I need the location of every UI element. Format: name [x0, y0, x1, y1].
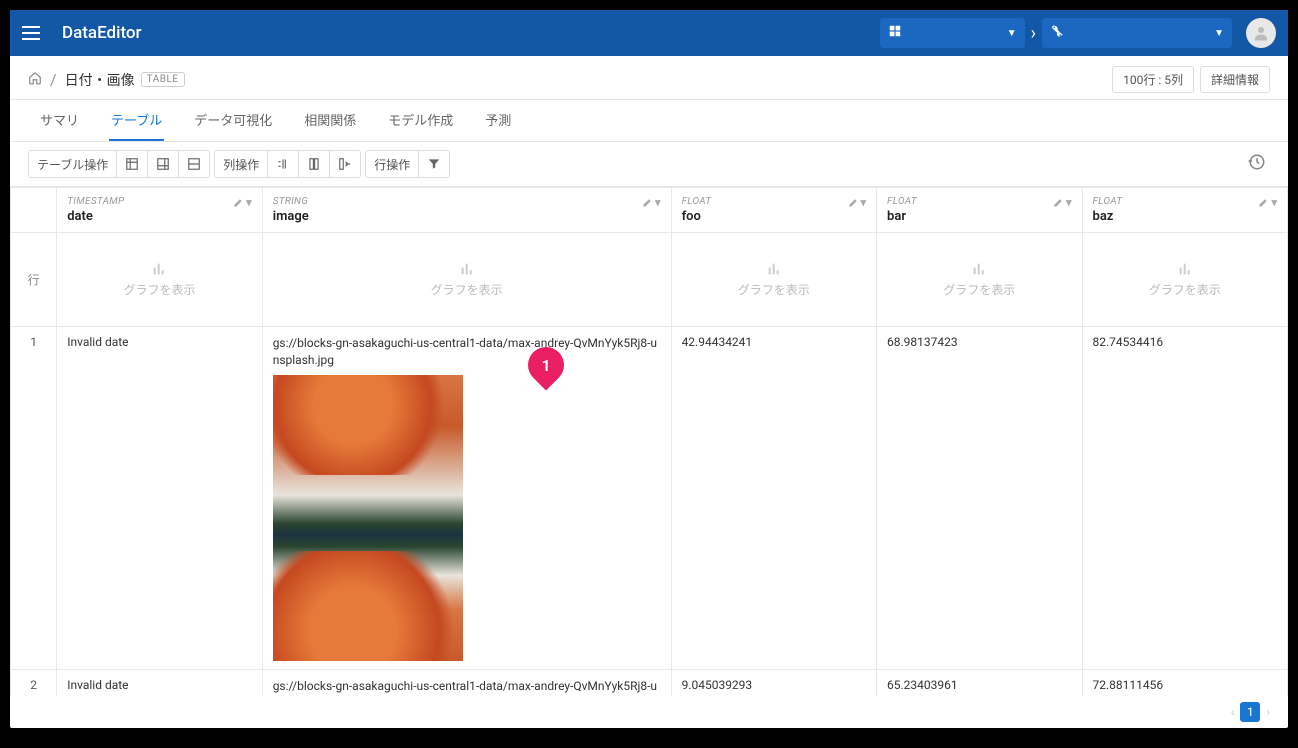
cell-image[interactable]: gs://blocks-gn-asakaguchi-us-central1-da… [262, 669, 671, 696]
cell-foo[interactable]: 9.045039293 [671, 669, 876, 696]
chart-placeholder-baz[interactable]: グラフを表示 [1083, 261, 1288, 298]
project-select[interactable]: ▼ [880, 18, 1025, 48]
col-op-3-icon[interactable] [330, 151, 360, 177]
caret-down-icon[interactable]: ▾ [655, 196, 661, 209]
row-number: 1 [11, 327, 57, 670]
history-icon[interactable] [1248, 153, 1266, 175]
table-row: 1 Invalid date gs://blocks-gn-asakaguchi… [11, 327, 1288, 670]
col-header-bar[interactable]: ▾ FLOAT bar [877, 188, 1082, 233]
user-avatar[interactable] [1246, 18, 1276, 48]
cell-foo[interactable]: 42.94434241 [671, 327, 876, 670]
app-header: DataEditor ▼ › ▼ [10, 10, 1288, 56]
cell-baz[interactable]: 72.88111456 [1082, 669, 1288, 696]
tab-predict[interactable]: 予測 [483, 100, 513, 141]
cell-bar[interactable]: 68.98137423 [877, 327, 1082, 670]
pagination: ‹ 1 › [10, 696, 1288, 728]
row-header-label: 行 [11, 233, 57, 327]
table-op-1-icon[interactable] [117, 151, 148, 177]
app-title: DataEditor [62, 23, 142, 43]
home-icon[interactable] [28, 71, 42, 89]
chevron-right-icon: › [1031, 23, 1036, 44]
chart-placeholder-date[interactable]: グラフを表示 [57, 261, 261, 298]
row-ops-button[interactable]: 行操作 [366, 151, 419, 177]
caret-down-icon[interactable]: ▾ [861, 196, 867, 209]
edit-icon[interactable] [642, 197, 653, 208]
tab-summary[interactable]: サマリ [38, 100, 81, 141]
chart-placeholder-foo[interactable]: グラフを表示 [672, 261, 876, 298]
toolbar: テーブル操作 列操作 行操作 [10, 142, 1288, 187]
cell-baz[interactable]: 82.74534416 [1082, 327, 1288, 670]
caret-down-icon[interactable]: ▾ [1271, 196, 1277, 209]
caret-down-icon: ▼ [1007, 28, 1017, 39]
chart-placeholder-bar[interactable]: グラフを表示 [877, 261, 1081, 298]
row-col-info: 100行 : 5列 [1112, 66, 1194, 93]
caret-down-icon[interactable]: ▾ [246, 196, 252, 209]
page-number[interactable]: 1 [1240, 702, 1260, 722]
col-ops-button[interactable]: 列操作 [215, 151, 268, 177]
filter-icon[interactable] [419, 151, 449, 177]
cell-image[interactable]: gs://blocks-gn-asakaguchi-us-central1-da… [262, 327, 671, 670]
edit-icon[interactable] [848, 197, 859, 208]
table-op-3-icon[interactable] [179, 151, 209, 177]
detail-button[interactable]: 詳細情報 [1200, 66, 1270, 93]
cell-date[interactable]: Invalid date [57, 669, 262, 696]
page-prev-icon[interactable]: ‹ [1231, 705, 1235, 719]
caret-down-icon[interactable]: ▾ [1066, 196, 1072, 209]
tab-table[interactable]: テーブル [109, 100, 164, 141]
breadcrumb-title: 日付・画像 [65, 70, 135, 90]
image-thumbnail [273, 375, 463, 661]
hamburger-menu-icon[interactable] [22, 21, 46, 45]
col-header-baz[interactable]: ▾ FLOAT baz [1082, 188, 1288, 233]
breadcrumb-bar: / 日付・画像 TABLE 100行 : 5列 詳細情報 [10, 56, 1288, 100]
table-op-2-icon[interactable] [148, 151, 179, 177]
chart-placeholder-image[interactable]: グラフを表示 [263, 261, 671, 298]
edit-icon[interactable] [1258, 197, 1269, 208]
caret-down-icon: ▼ [1214, 28, 1224, 39]
table-ops-button[interactable]: テーブル操作 [29, 151, 117, 177]
page-next-icon[interactable]: › [1266, 705, 1270, 719]
col-header-date[interactable]: ▾ TIMESTAMP date [57, 188, 262, 233]
row-header-cell [11, 188, 57, 233]
edit-icon[interactable] [1053, 197, 1064, 208]
breadcrumb-sep: / [50, 70, 57, 89]
row-number: 2 [11, 669, 57, 696]
tool-select[interactable]: ▼ [1042, 18, 1232, 48]
table-tag: TABLE [141, 72, 185, 87]
tab-correlation[interactable]: 相関関係 [302, 100, 358, 141]
cell-date[interactable]: Invalid date [57, 327, 262, 670]
tab-visualize[interactable]: データ可視化 [192, 100, 274, 141]
col-op-2-icon[interactable] [299, 151, 330, 177]
org-icon [888, 24, 902, 42]
edit-icon[interactable] [233, 197, 244, 208]
col-header-image[interactable]: ▾ STRING image [262, 188, 671, 233]
add-col-icon[interactable] [268, 151, 299, 177]
tab-model[interactable]: モデル作成 [386, 100, 455, 141]
wrench-icon [1050, 24, 1064, 42]
table-row: 2 Invalid date gs://blocks-gn-asakaguchi… [11, 669, 1288, 696]
tabs: サマリ テーブル データ可視化 相関関係 モデル作成 予測 [10, 100, 1288, 142]
data-table: ▾ TIMESTAMP date ▾ STRING image ▾ FLOAT … [10, 187, 1288, 696]
cell-bar[interactable]: 65.23403961 [877, 669, 1082, 696]
col-header-foo[interactable]: ▾ FLOAT foo [671, 188, 876, 233]
